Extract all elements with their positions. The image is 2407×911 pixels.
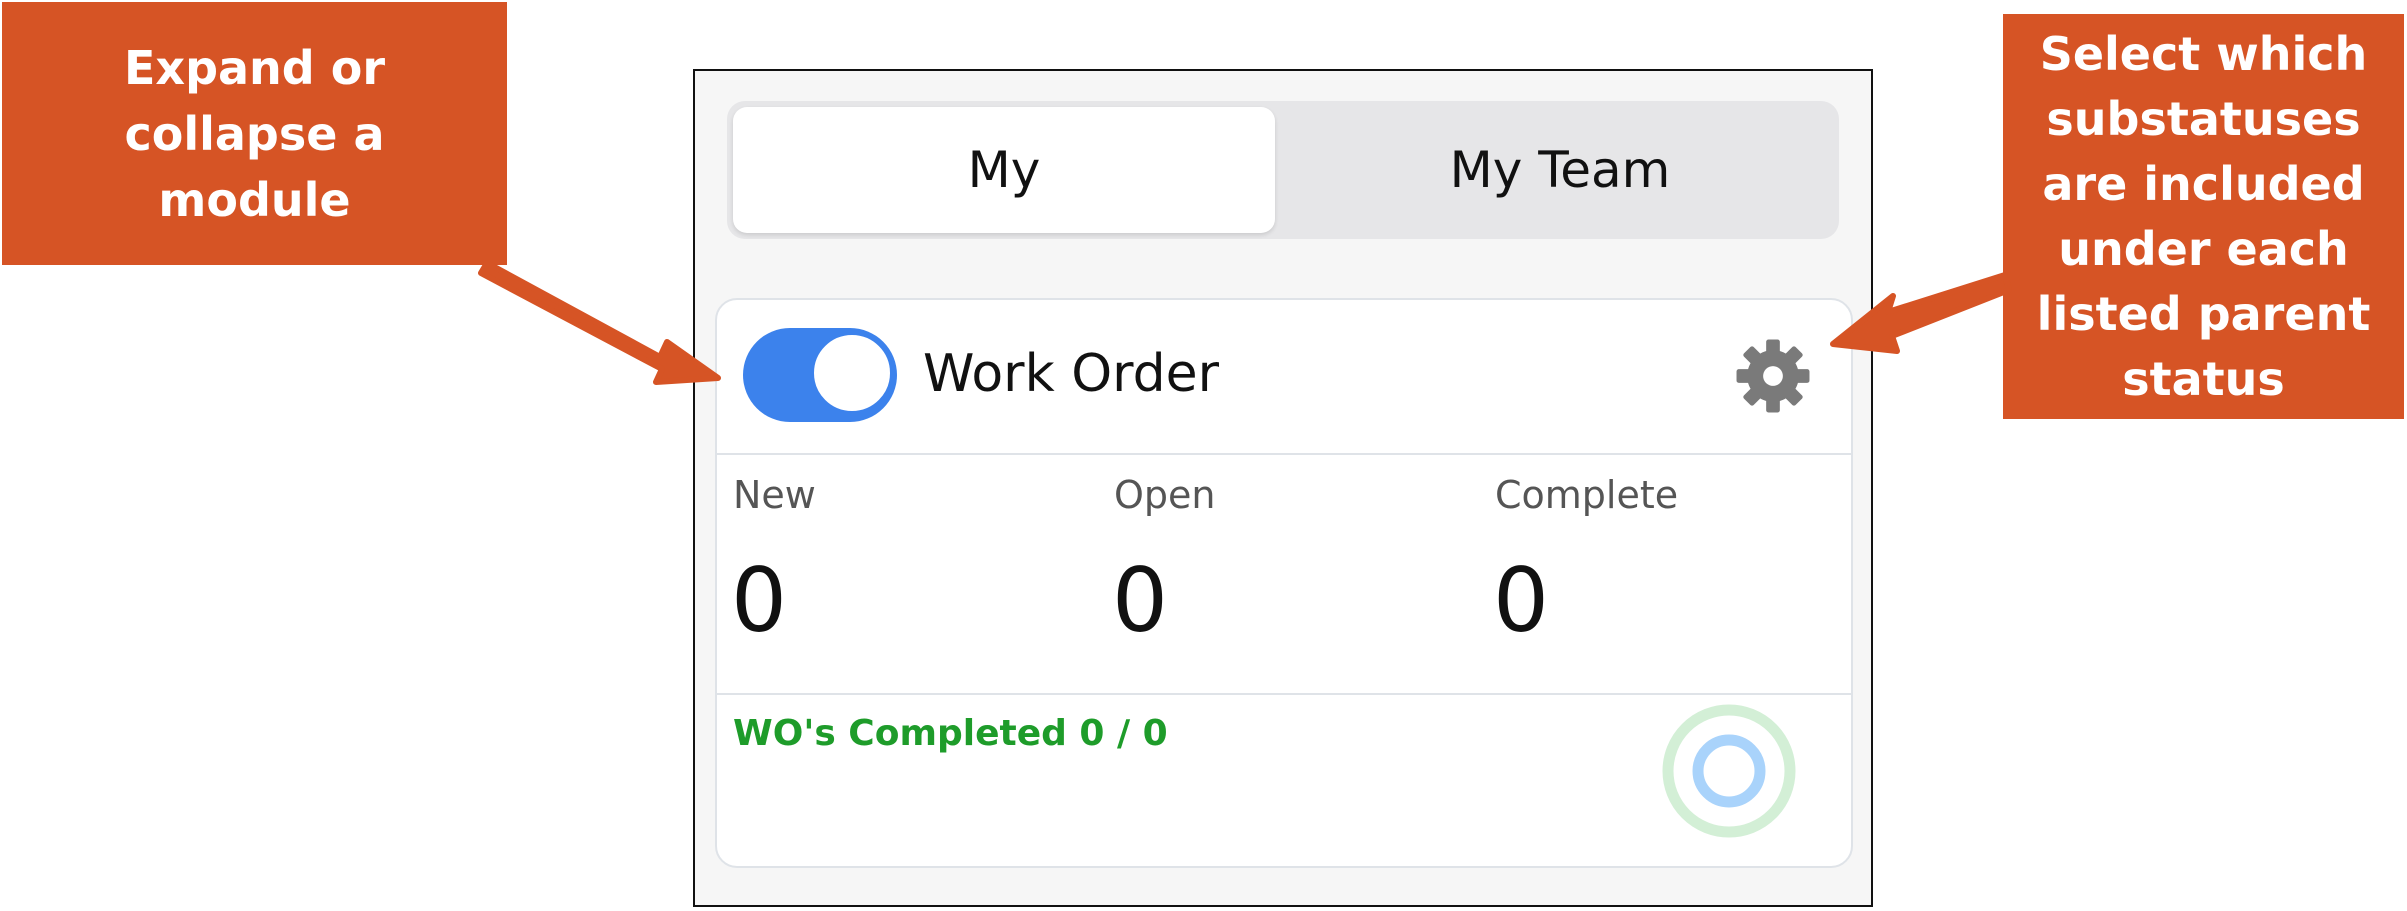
toggle-knob (811, 332, 893, 414)
segmented-control: My My Team (727, 101, 1839, 239)
stat-label: Open (1114, 473, 1216, 517)
progress-ring-icon (1662, 704, 1796, 838)
module-header: Work Order (717, 300, 1851, 455)
module-expand-toggle[interactable] (743, 328, 897, 422)
dashboard-panel: My My Team Work Order New 0 Open 0 Compl… (693, 69, 1873, 907)
stat-value: 0 (731, 549, 787, 652)
callout-right-text: Select which substatuses are included un… (2036, 26, 2371, 406)
completed-summary: WO's Completed 0 / 0 (733, 713, 1168, 754)
module-footer: WO's Completed 0 / 0 (717, 695, 1851, 870)
segment-my-team[interactable]: My Team (1287, 107, 1833, 233)
stat-value: 0 (1112, 549, 1168, 652)
stat-open[interactable]: Open 0 (1112, 453, 1494, 693)
module-title: Work Order (923, 344, 1219, 404)
stat-label: New (733, 473, 816, 517)
stat-value: 0 (1493, 549, 1549, 652)
status-counts: New 0 Open 0 Complete 0 (717, 453, 1851, 695)
work-order-module-card: Work Order New 0 Open 0 Complete 0 WO's … (715, 298, 1853, 868)
arrow-to-toggle (478, 260, 721, 385)
segment-my[interactable]: My (733, 107, 1275, 233)
stat-label: Complete (1495, 473, 1679, 517)
stat-complete[interactable]: Complete 0 (1493, 453, 1871, 693)
segment-area: My My Team (695, 71, 1871, 267)
callout-expand-collapse: Expand or collapse a module (2, 2, 507, 265)
callout-left-text: Expand or collapse a module (123, 40, 386, 227)
gear-icon[interactable] (1735, 338, 1811, 414)
callout-substatus-settings: Select which substatuses are included un… (2003, 14, 2404, 419)
stat-new[interactable]: New 0 (731, 453, 1113, 693)
